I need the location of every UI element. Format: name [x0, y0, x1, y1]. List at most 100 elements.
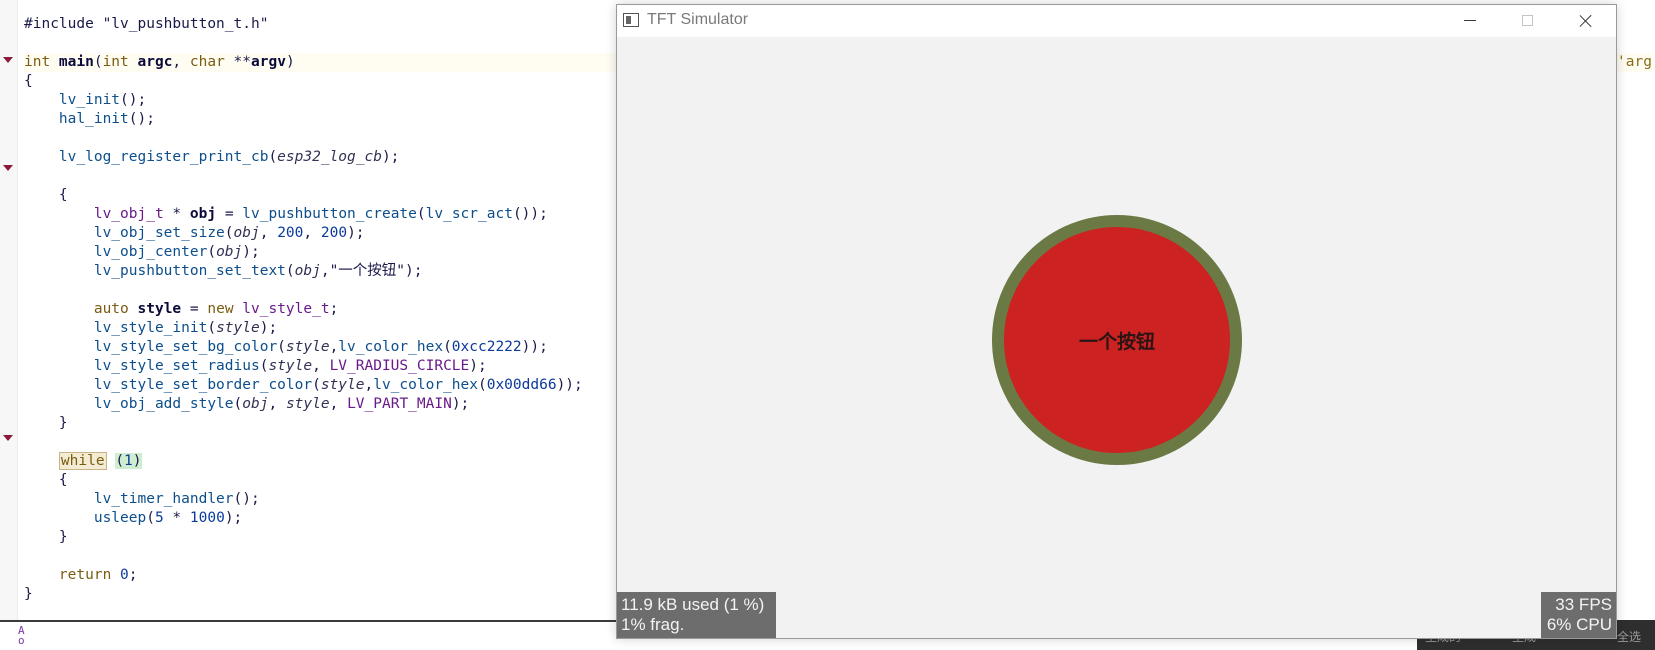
- code-token: lv_color_hex: [338, 339, 444, 355]
- code-token: 200: [277, 225, 304, 241]
- code-token: obj: [216, 244, 243, 260]
- code-token: );: [242, 244, 260, 260]
- code-line[interactable]: {: [24, 186, 68, 205]
- code-token: }: [24, 586, 33, 602]
- code-token: *: [163, 206, 190, 222]
- pushbutton[interactable]: 一个按钮: [992, 215, 1242, 465]
- app-window-icon: [623, 13, 639, 27]
- code-token: lv_obj_add_style: [93, 396, 234, 412]
- code-token: new: [207, 301, 243, 317]
- code-token: ,: [364, 377, 374, 393]
- tft-simulator-window[interactable]: TFT Simulator 一个按钮 11.9 kB used (1 %) 1%…: [616, 4, 1617, 639]
- code-line[interactable]: while (1): [24, 452, 142, 471]
- code-line[interactable]: lv_style_set_bg_color(style,lv_color_hex…: [24, 338, 548, 357]
- code-token: }: [24, 529, 68, 545]
- code-line[interactable]: lv_obj_t * obj = lv_pushbutton_create(lv…: [24, 205, 548, 224]
- memory-frag-text: 1% frag.: [621, 615, 685, 634]
- pushbutton-label: 一个按钮: [1078, 330, 1155, 353]
- code-token: lv_style_set_radius: [93, 358, 260, 374]
- code-token: (: [443, 339, 452, 355]
- code-line[interactable]: lv_obj_set_size(obj, 200, 200);: [24, 224, 365, 243]
- code-token: argv: [251, 54, 286, 70]
- code-token: LV_RADIUS_CIRCLE: [329, 358, 470, 374]
- code-token: ,: [329, 339, 339, 355]
- code-token: (: [268, 149, 278, 165]
- code-token: {: [24, 472, 68, 488]
- code-line[interactable]: #include "lv_pushbutton_t.h": [24, 15, 268, 34]
- code-token: ,: [172, 54, 190, 70]
- fold-arrow-icon[interactable]: [3, 57, 13, 63]
- code-token: );: [259, 320, 278, 336]
- code-line[interactable]: lv_pushbutton_set_text(obj,"一个按钮");: [24, 262, 423, 281]
- code-line[interactable]: lv_style_init(style);: [24, 319, 277, 338]
- code-token: while: [58, 452, 107, 470]
- code-token: {: [24, 187, 68, 203]
- code-line[interactable]: usleep(5 * 1000);: [24, 509, 242, 528]
- code-token: return: [58, 567, 121, 583]
- minimize-button[interactable]: [1441, 5, 1499, 37]
- code-token: ,: [259, 225, 278, 241]
- code-token: style: [285, 396, 330, 412]
- code-line[interactable]: lv_log_register_print_cb(esp32_log_cb);: [24, 148, 399, 167]
- code-line[interactable]: lv_style_set_radius(style, LV_RADIUS_CIR…: [24, 357, 487, 376]
- lvgl-screen[interactable]: 一个按钮 11.9 kB used (1 %) 1% frag. 33 FPS …: [617, 37, 1616, 638]
- code-line[interactable]: auto style = new lv_style_t;: [24, 300, 338, 319]
- code-token: ;: [329, 301, 339, 317]
- fold-arrow-icon[interactable]: [3, 435, 13, 441]
- code-line[interactable]: }: [24, 528, 68, 547]
- window-titlebar[interactable]: TFT Simulator: [617, 5, 1616, 37]
- code-token: main: [58, 54, 94, 70]
- code-token: usleep: [93, 510, 147, 526]
- code-line[interactable]: {: [24, 72, 33, 91]
- code-token: **: [233, 54, 252, 70]
- code-token: (: [233, 396, 243, 412]
- code-token: ): [132, 453, 142, 469]
- code-token: }: [24, 415, 68, 431]
- maximize-button[interactable]: [1499, 5, 1557, 37]
- code-token: lv_obj_center: [93, 244, 208, 260]
- code-token: ,: [329, 396, 348, 412]
- code-token: lv_init: [58, 92, 121, 108]
- maximize-icon: [1522, 15, 1533, 26]
- code-line[interactable]: hal_init();: [24, 110, 155, 129]
- code-line[interactable]: lv_obj_center(obj);: [24, 243, 260, 262]
- code-line[interactable]: {: [24, 471, 68, 490]
- code-token: ,"一个按钮");: [320, 263, 423, 279]
- code-line[interactable]: lv_obj_add_style(obj, style, LV_PART_MAI…: [24, 395, 469, 414]
- taskbar-item[interactable]: 全选: [1617, 628, 1641, 645]
- code-token: style: [320, 377, 365, 393]
- code-token: lv_pushbutton_create: [242, 206, 417, 222]
- code-token: lv_color_hex: [373, 377, 478, 393]
- close-button[interactable]: [1557, 5, 1615, 37]
- code-token: style: [216, 320, 260, 336]
- editor-gutter: [0, 0, 18, 620]
- code-line[interactable]: lv_timer_handler();: [24, 490, 260, 509]
- code-line[interactable]: }: [24, 414, 68, 433]
- fps-text: 33 FPS: [1555, 595, 1612, 614]
- code-line[interactable]: lv_style_set_border_color(style,lv_color…: [24, 376, 583, 395]
- code-line[interactable]: }: [24, 585, 33, 604]
- encoding-indicator[interactable]: Ao: [18, 625, 25, 646]
- code-token: ,: [303, 225, 321, 241]
- code-token: ;: [128, 567, 138, 583]
- code-token: obj: [233, 225, 260, 241]
- code-line[interactable]: lv_init();: [24, 91, 146, 110]
- memory-monitor: 11.9 kB used (1 %) 1% frag.: [617, 592, 776, 638]
- code-token: lv_style_set_border_color: [93, 377, 313, 393]
- code-token: 0x00dd66: [486, 377, 557, 393]
- fold-arrow-icon[interactable]: [3, 165, 13, 171]
- code-line[interactable]: return 0;: [24, 566, 138, 585]
- code-token: ,: [312, 358, 330, 374]
- code-token: ();: [128, 111, 155, 127]
- cpu-text: 6% CPU: [1546, 615, 1612, 634]
